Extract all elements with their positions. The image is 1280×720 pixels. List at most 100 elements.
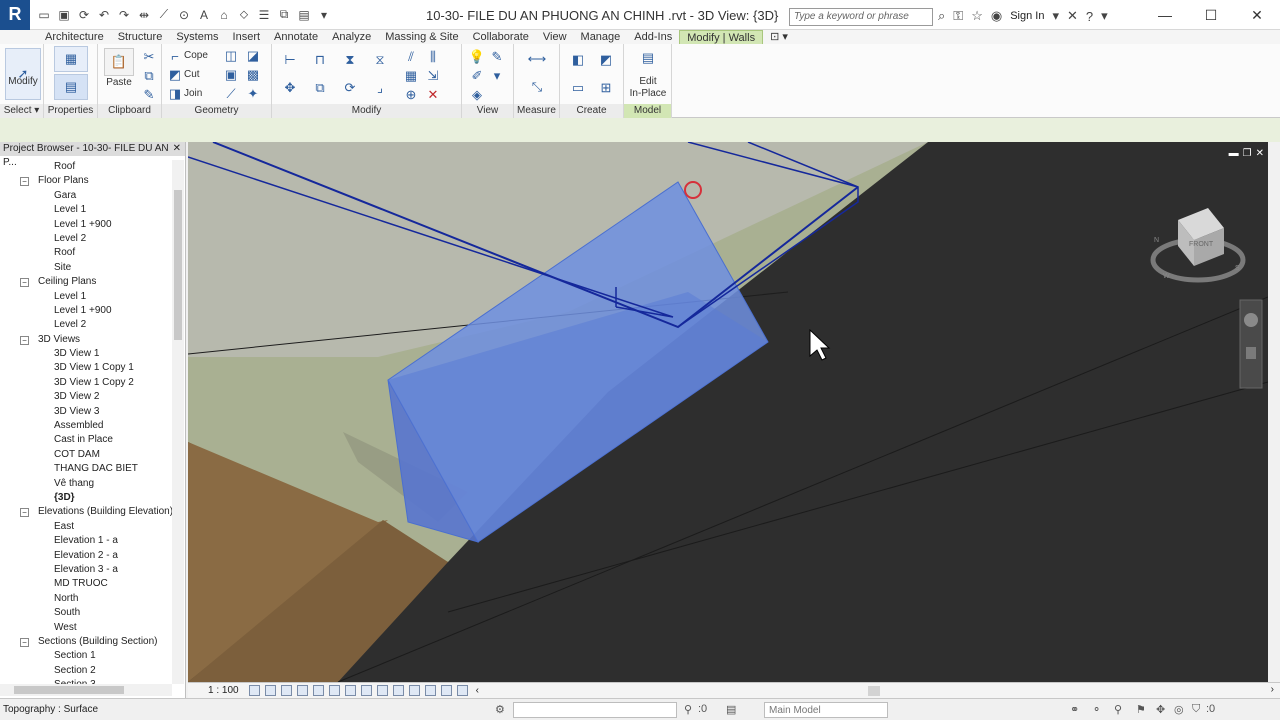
user-icon[interactable]: ◉ xyxy=(991,8,1002,24)
temporary-properties-icon[interactable] xyxy=(408,685,420,696)
split-gap-icon[interactable]: ⫼ xyxy=(424,48,442,66)
tab-structure[interactable]: Structure xyxy=(111,30,170,44)
tab-architecture[interactable]: Architecture xyxy=(38,30,111,44)
paste-icon[interactable]: 📋 xyxy=(104,48,134,76)
measure-icon[interactable]: ⇹ xyxy=(136,7,152,23)
sun-path-icon[interactable] xyxy=(280,685,292,696)
paint-view-icon[interactable]: ◈ xyxy=(468,86,486,104)
collapse-toggle-icon[interactable]: − xyxy=(20,278,29,288)
minimize-icon[interactable]: — xyxy=(1142,0,1188,30)
properties-icon[interactable]: ▤ xyxy=(54,74,88,100)
align-icon[interactable]: ⊢ xyxy=(278,48,302,72)
tree-item[interactable]: Cast in Place xyxy=(0,433,172,447)
exchange-apps-icon[interactable]: ✕ xyxy=(1067,8,1078,24)
cope-label[interactable]: Cope xyxy=(184,50,208,61)
tab-annotate[interactable]: Annotate xyxy=(267,30,325,44)
detail-level-icon[interactable] xyxy=(248,685,260,696)
select-pinned-icon[interactable]: ⚲ xyxy=(1114,703,1122,716)
scroll-left-icon[interactable]: ‹ xyxy=(476,685,479,696)
linework-icon[interactable]: ✐ xyxy=(468,67,486,85)
split-face-icon[interactable]: ◫ xyxy=(222,47,240,65)
create-group-icon[interactable]: ▭ xyxy=(566,76,590,100)
tree-item[interactable]: Elevation 1 - a xyxy=(0,534,172,548)
paint-icon[interactable]: ◪ xyxy=(244,47,262,65)
create-similar-icon[interactable]: ⊞ xyxy=(594,76,618,100)
collapse-toggle-icon[interactable]: − xyxy=(20,177,29,187)
mirror-draw-axis-icon[interactable]: ⧖ xyxy=(368,48,392,72)
copy-element-icon[interactable]: ⧉ xyxy=(308,76,332,100)
highlight-displacement-icon[interactable] xyxy=(456,685,468,696)
tab-insert[interactable]: Insert xyxy=(226,30,268,44)
tree-item[interactable]: Level 1 +900 xyxy=(0,218,172,232)
tab-analyze[interactable]: Analyze xyxy=(325,30,378,44)
viewport-restore-icon[interactable]: ❐ xyxy=(1243,148,1252,159)
chevron-down-icon[interactable]: ▾ xyxy=(1052,8,1059,24)
drag-on-selection-icon[interactable]: ✥ xyxy=(1156,703,1165,716)
background-processes-icon[interactable]: ◎ xyxy=(1174,703,1184,716)
tree-category[interactable]: − Floor Plans xyxy=(0,174,172,188)
lock-3d-icon[interactable] xyxy=(360,685,372,696)
maximize-icon[interactable]: ☐ xyxy=(1188,0,1234,30)
tab-systems[interactable]: Systems xyxy=(169,30,225,44)
demolish-icon[interactable]: ▩ xyxy=(244,66,262,84)
tree-item[interactable]: Level 1 +900 xyxy=(0,304,172,318)
close-browser-icon[interactable]: ✕ xyxy=(173,142,181,156)
copy-icon[interactable]: ⧉ xyxy=(140,67,158,85)
viewport-vertical-scrollbar[interactable] xyxy=(1268,142,1280,682)
tree-category[interactable]: − Ceiling Plans xyxy=(0,275,172,289)
join-icon[interactable]: ◨ xyxy=(166,85,184,103)
close-icon[interactable]: ✕ xyxy=(1234,0,1280,30)
modify-button[interactable]: ➚ xyxy=(5,48,41,100)
trim-extend-icon[interactable]: ⌟ xyxy=(368,76,392,100)
pin-icon[interactable]: ⊕ xyxy=(402,86,420,104)
save-icon[interactable]: ▣ xyxy=(56,7,72,23)
tab-collaborate[interactable]: Collaborate xyxy=(466,30,536,44)
viewport-close-icon[interactable]: ✕ xyxy=(1256,148,1264,159)
tree-item[interactable]: 3D View 1 Copy 1 xyxy=(0,361,172,375)
temporary-hide-icon[interactable] xyxy=(376,685,388,696)
viewport-minimize-icon[interactable]: ▬ xyxy=(1229,148,1239,159)
sign-in-link[interactable]: Sign In xyxy=(1010,10,1044,22)
browser-hscroll-thumb[interactable] xyxy=(14,686,124,694)
filter-icon[interactable]: ⛉ xyxy=(1192,703,1200,716)
show-crop-icon[interactable] xyxy=(344,685,356,696)
wall-joins-icon[interactable]: ▣ xyxy=(222,66,240,84)
section-icon[interactable]: ⬦ xyxy=(236,7,252,23)
select-by-face-icon[interactable]: ⚑ xyxy=(1136,703,1146,716)
tree-category[interactable]: − Elevations (Building Elevation) xyxy=(0,505,172,519)
customize-qat-icon[interactable]: ▾ xyxy=(316,7,332,23)
aligned-dimension-icon[interactable]: ⟋ xyxy=(156,7,172,23)
tree-item[interactable]: 3D View 1 Copy 2 xyxy=(0,376,172,390)
subscription-icon[interactable]: ⚿ xyxy=(953,8,963,24)
browser-scroll-thumb[interactable] xyxy=(174,190,182,340)
help-icon[interactable]: ? xyxy=(1086,9,1093,24)
tab-massing-site[interactable]: Massing & Site xyxy=(378,30,465,44)
hide-in-view-icon[interactable]: 💡 xyxy=(468,48,486,66)
tree-item[interactable]: Level 2 xyxy=(0,318,172,332)
tree-item[interactable]: Level 1 xyxy=(0,203,172,217)
create-assembly-icon[interactable]: ◧ xyxy=(566,48,590,72)
move-icon[interactable]: ✥ xyxy=(278,76,302,100)
search-input[interactable]: Type a keyword or phrase xyxy=(789,8,933,26)
array-icon[interactable]: ▦ xyxy=(402,67,420,85)
editing-requests-icon[interactable]: ⚲ xyxy=(684,703,692,716)
tree-item[interactable]: 3D View 1 xyxy=(0,347,172,361)
tree-item[interactable]: Site xyxy=(0,261,172,275)
3d-viewport[interactable]: FRONT S W N ▬ ❐ ✕ xyxy=(188,142,1268,682)
split-element-icon[interactable]: ⫽ xyxy=(402,48,420,66)
edit-in-place-label-1[interactable]: Edit xyxy=(624,76,672,87)
cut-icon[interactable]: ✂ xyxy=(140,48,158,66)
tab-modify-walls[interactable]: Modify | Walls xyxy=(679,29,764,45)
design-option-dropdown[interactable]: Main Model xyxy=(764,702,888,718)
steering-wheel-icon[interactable] xyxy=(1244,313,1258,327)
view-dropdown-icon[interactable]: ▾ xyxy=(488,67,506,85)
tab-manage[interactable]: Manage xyxy=(574,30,628,44)
override-graphics-icon[interactable]: ✎ xyxy=(488,48,506,66)
scale-icon[interactable]: ⇲ xyxy=(424,67,442,85)
favorites-icon[interactable]: ☆ xyxy=(971,8,983,24)
worksets-icon[interactable]: ⚙ xyxy=(495,703,505,716)
tree-category[interactable]: −3D Views xyxy=(0,333,172,347)
tree-item[interactable]: Level 1 xyxy=(0,290,172,304)
aligned-dimension-tool-icon[interactable]: ⤡ xyxy=(520,76,554,98)
cut-geometry-label[interactable]: Cut xyxy=(184,69,200,80)
